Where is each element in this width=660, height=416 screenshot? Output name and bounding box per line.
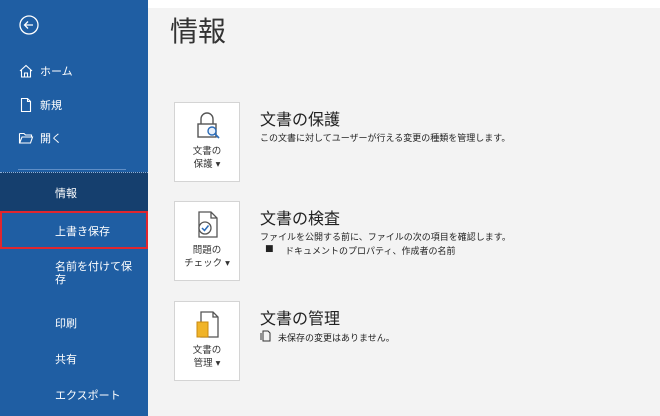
sidebar-item-label: 名前を付けて保存 [55, 260, 132, 286]
check-for-issues-button[interactable]: 問題の チェック ▾ [174, 201, 240, 281]
sidebar-item-label: 共有 [55, 353, 77, 366]
inspect-document-icon [198, 211, 218, 238]
sidebar-item-share[interactable]: 共有 [0, 341, 148, 377]
sidebar-item-label: 上書き保存 [55, 225, 110, 238]
sidebar-item-open[interactable]: 開く [0, 125, 148, 151]
manage-document-button[interactable]: 文書の 管理 ▾ [174, 301, 240, 381]
page-title: 情報 [170, 15, 227, 48]
inspect-item: ドキュメントのプロパティ、作成者の名前 [285, 247, 456, 257]
bullet-marker: ■ [265, 244, 274, 254]
sidebar-item-label: 新規 [40, 99, 62, 112]
card-label-line1: 問題の [192, 245, 222, 256]
section-desc-protect: この文書に対してユーザーが行える変更の種類を管理します。 [260, 134, 511, 144]
sidebar-item-label: 開く [40, 132, 62, 145]
sidebar-divider [18, 169, 126, 170]
document-status-icon [260, 330, 271, 342]
card-label: 問題の チェック ▾ [175, 244, 239, 270]
card-label-line2: チェック ▾ [184, 258, 230, 269]
card-label: 文書の 保護 ▾ [175, 145, 239, 171]
card-label-line1: 文書の [192, 146, 222, 157]
sidebar-item-save[interactable]: 上書き保存 [0, 211, 148, 249]
section-title-manage: 文書の管理 [260, 309, 341, 328]
sidebar-item-print[interactable]: 印刷 [0, 305, 148, 341]
section-title-protect: 文書の保護 [260, 110, 341, 129]
backstage-sidebar: ホーム 新規 開く 情報 上書き保存 名前を付けて保存 印刷 共有 エクスポート [0, 0, 148, 416]
card-label-line2: 管理 ▾ [193, 358, 221, 369]
section-desc-manage: 未保存の変更はありません。 [278, 334, 395, 344]
card-label-line2: 保護 ▾ [193, 159, 221, 170]
new-document-icon [20, 97, 32, 113]
lock-search-icon [197, 112, 220, 139]
sidebar-item-new[interactable]: 新規 [0, 92, 148, 118]
card-label: 文書の 管理 ▾ [175, 344, 239, 370]
back-arrow-icon[interactable] [18, 14, 40, 36]
sidebar-item-label: エクスポート [55, 389, 121, 402]
manage-document-icon [196, 311, 219, 338]
folder-icon [18, 132, 34, 144]
card-label-line1: 文書の [192, 345, 222, 356]
sidebar-item-label: ホーム [40, 65, 73, 78]
sidebar-item-label: 情報 [55, 187, 77, 200]
protect-document-button[interactable]: 文書の 保護 ▾ [174, 102, 240, 182]
home-icon [19, 64, 33, 78]
sidebar-item-label: 印刷 [55, 317, 77, 330]
section-title-inspect: 文書の検査 [260, 209, 341, 228]
sidebar-item-save-as[interactable]: 名前を付けて保存 [0, 252, 148, 302]
section-desc-inspect: ファイルを公開する前に、ファイルの次の項目を確認します。 [260, 233, 511, 243]
sidebar-item-home[interactable]: ホーム [0, 58, 148, 84]
top-strip [148, 0, 660, 8]
sidebar-item-info[interactable]: 情報 [0, 172, 148, 211]
sidebar-item-export[interactable]: エクスポート [0, 378, 148, 412]
